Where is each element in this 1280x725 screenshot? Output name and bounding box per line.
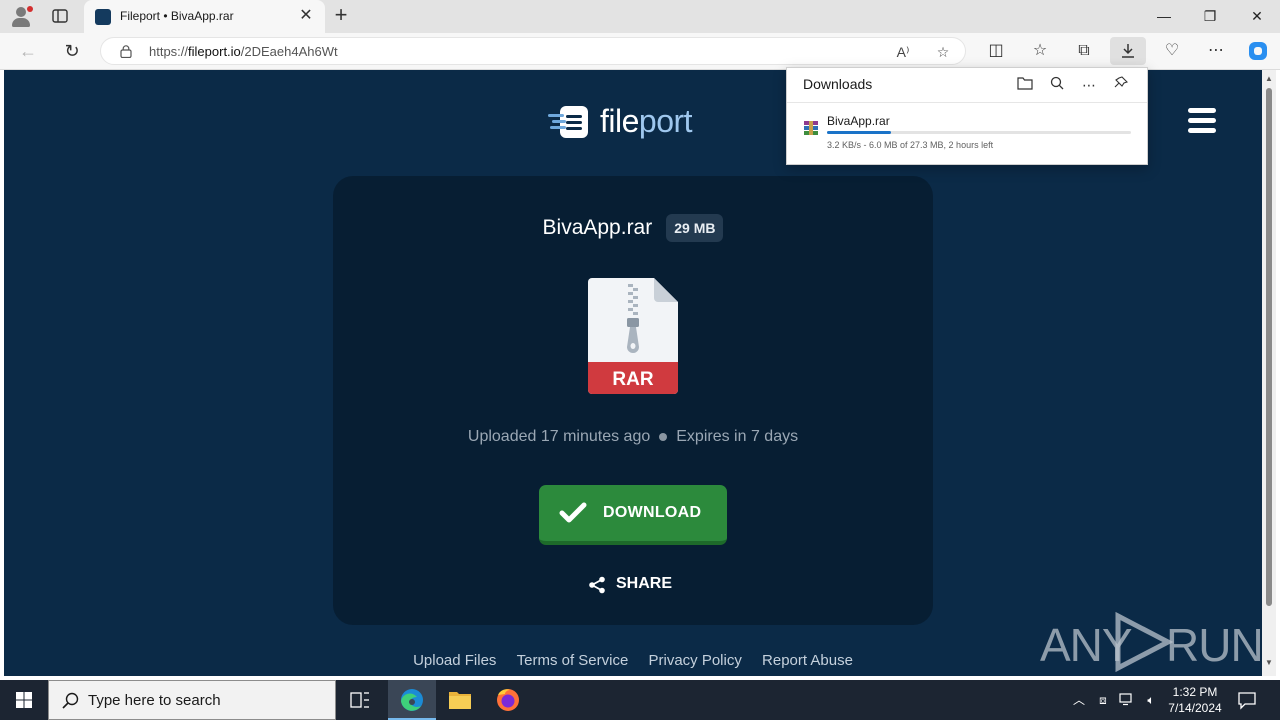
file-name: BivaApp.rar (542, 216, 653, 239)
fileport-wordmark: fileport (600, 103, 693, 139)
rar-label: RAR (612, 369, 653, 390)
play-logo-icon (1115, 611, 1174, 673)
watermark-text-right: RUN (1166, 619, 1262, 671)
fileport-logo[interactable]: fileport (548, 102, 718, 142)
anyrun-watermark: ANY RUN (1040, 610, 1262, 674)
fileport-favicon-icon (95, 9, 111, 25)
search-downloads-icon[interactable] (1047, 75, 1067, 95)
close-window-button[interactable]: ✕ (1245, 6, 1269, 26)
taskbar-clock[interactable]: 1:32 PM 7/14/2024 (1160, 684, 1230, 716)
downloads-flyout: Downloads ⋯ BivaApp.rar 3.2 KB/s - 6.0 M… (786, 67, 1148, 165)
downloads-title: Downloads (803, 76, 873, 92)
file-explorer-icon[interactable] (436, 680, 484, 720)
footer-link-upload[interactable]: Upload Files (413, 652, 496, 669)
url-text: https://fileport.io/2DEaeh4Ah6Wt (149, 44, 338, 59)
windows-start-button[interactable] (0, 680, 48, 720)
fileport-logo-icon (548, 106, 588, 138)
windows-taskbar: Type here to search ︿ ⧈ 🔈︎ 1:32 PM 7/14/… (0, 680, 1280, 720)
expiry-info: Expires in 7 days (676, 428, 799, 445)
share-button[interactable]: SHARE (588, 574, 688, 596)
open-folder-icon[interactable] (1015, 75, 1035, 95)
tab-bar: Fileport • BivaApp.rar ✕ + — ❐ ✕ (0, 0, 1280, 33)
uploaded-time: Uploaded 17 minutes ago (467, 428, 651, 445)
downloads-icon[interactable] (1110, 37, 1146, 65)
scrollbar-thumb[interactable] (1266, 88, 1272, 606)
more-options-icon[interactable]: ⋯ (1079, 75, 1099, 95)
taskbar-search-box[interactable]: Type here to search (48, 680, 336, 720)
edge-browser-taskbar-icon[interactable] (388, 680, 436, 720)
settings-more-icon[interactable]: ⋯ (1204, 40, 1228, 62)
rar-file-icon: RAR (588, 278, 678, 394)
browser-essentials-icon[interactable]: ♡ (1160, 40, 1184, 62)
copilot-icon[interactable] (1246, 40, 1270, 62)
close-tab-icon[interactable]: ✕ (298, 8, 314, 24)
browser-toolbar: ← ↻ https://fileport.io/2DEaeh4Ah6Wt A⁾ … (0, 33, 1280, 70)
share-label: SHARE (616, 575, 673, 592)
footer-link-terms[interactable]: Terms of Service (517, 652, 629, 669)
favorite-star-icon[interactable]: ☆ (933, 42, 953, 62)
lock-icon (120, 45, 132, 58)
restore-window-button[interactable]: ❐ (1198, 6, 1222, 26)
show-hidden-icons-chevron-icon[interactable]: ︿ (1070, 692, 1088, 708)
checkmark-icon (559, 502, 587, 523)
address-bar[interactable]: https://fileport.io/2DEaeh4Ah6Wt A⁾ ☆ (100, 37, 966, 65)
favorites-icon[interactable]: ☆ (1028, 40, 1052, 62)
back-button[interactable]: ← (16, 40, 40, 62)
file-header: BivaApp.rar 29 MB (333, 214, 933, 242)
download-item[interactable]: BivaApp.rar 3.2 KB/s - 6.0 MB of 27.3 MB… (787, 103, 1147, 165)
footer-link-privacy[interactable]: Privacy Policy (648, 652, 741, 669)
minimize-window-button[interactable]: — (1152, 6, 1176, 26)
footer-link-abuse[interactable]: Report Abuse (762, 652, 853, 669)
download-item-name: BivaApp.rar (827, 114, 890, 128)
read-aloud-icon[interactable]: A⁾ (893, 42, 913, 62)
new-tab-button[interactable]: + (331, 4, 351, 26)
clock-time: 1:32 PM (1172, 685, 1218, 699)
file-size-badge: 29 MB (666, 214, 724, 242)
page-scrollbar[interactable]: ▲ ▼ (1262, 70, 1276, 676)
collections-icon[interactable]: ⧉ (1072, 40, 1096, 62)
clock-date: 7/14/2024 (1168, 701, 1222, 715)
refresh-button[interactable]: ↻ (60, 40, 84, 62)
notification-center-icon[interactable] (1236, 690, 1258, 710)
share-icon (589, 576, 605, 594)
meta-separator-dot (659, 432, 668, 441)
pin-icon[interactable] (1111, 75, 1131, 95)
split-screen-icon[interactable]: ◫ (984, 40, 1008, 62)
download-progress-fill (827, 131, 891, 134)
volume-icon[interactable]: 🔈︎ (1142, 692, 1160, 708)
firefox-icon[interactable] (484, 680, 532, 720)
download-button-label: DOWNLOAD (603, 504, 702, 521)
menu-hamburger-icon[interactable] (1188, 108, 1216, 134)
download-button[interactable]: DOWNLOAD (539, 485, 727, 545)
download-progress-bar (827, 131, 1131, 134)
profile-avatar-icon[interactable] (10, 5, 33, 27)
file-card: BivaApp.rar 29 MB RAR Uploaded 17 minutes… (333, 176, 933, 625)
browser-tab-active[interactable]: Fileport • BivaApp.rar ✕ (84, 0, 325, 33)
search-icon (62, 692, 79, 709)
file-meta: Uploaded 17 minutes ago Expires in 7 days (333, 428, 933, 446)
task-view-icon[interactable] (336, 680, 384, 720)
winrar-archive-icon (804, 121, 818, 135)
network-adapter-icon[interactable]: ⧈ (1094, 692, 1112, 708)
download-item-status: 3.2 KB/s - 6.0 MB of 27.3 MB, 2 hours le… (827, 140, 994, 150)
search-placeholder: Type here to search (88, 692, 221, 709)
tab-title: Fileport • BivaApp.rar (120, 9, 234, 23)
network-icon[interactable] (1118, 692, 1136, 708)
tab-actions-icon[interactable] (50, 6, 70, 26)
